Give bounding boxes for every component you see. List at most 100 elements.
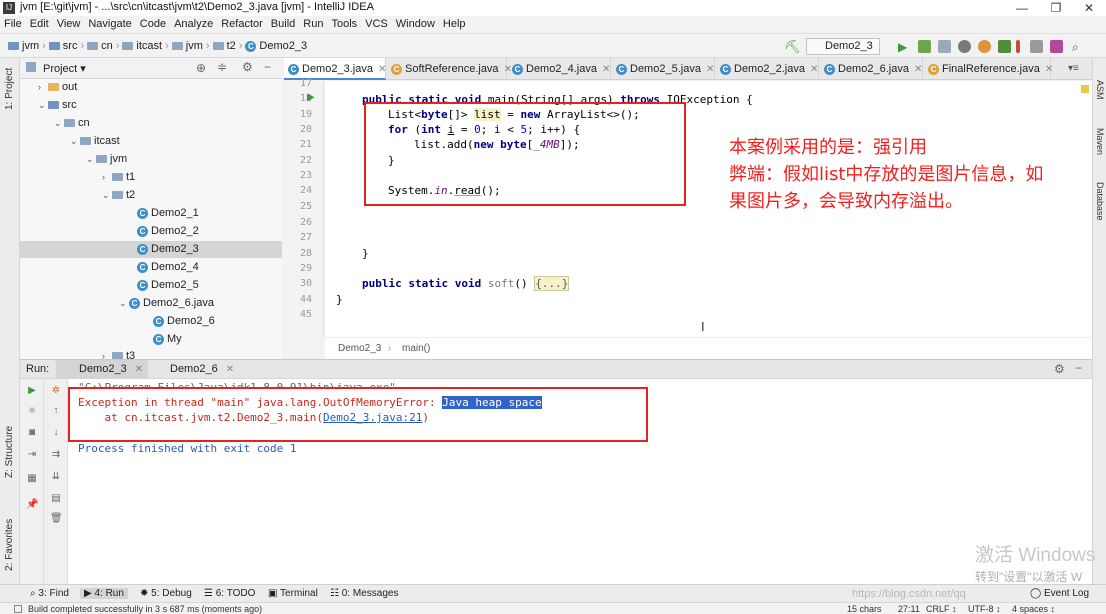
menu-file[interactable]: File	[0, 16, 26, 33]
tree-item-demo2-4[interactable]: C Demo2_4	[20, 259, 282, 276]
tree-item-demo2-5[interactable]: C Demo2_5	[20, 277, 282, 294]
todo-tool-button[interactable]: ☰ 6: TODO	[204, 588, 255, 599]
find-tool-button[interactable]: ⌕ 3: Find	[30, 588, 69, 599]
tree-item-demo2-6-java[interactable]: ⌄ C Demo2_6.java	[20, 295, 282, 312]
menu-code[interactable]: Code	[136, 16, 170, 33]
menu-help[interactable]: Help	[439, 16, 470, 33]
tree-item-jvm[interactable]: ⌄ jvm	[20, 151, 282, 168]
menu-analyze[interactable]: Analyze	[170, 16, 217, 33]
menu-build[interactable]: Build	[267, 16, 299, 33]
sdk-icon[interactable]	[998, 40, 1011, 53]
tab-demo2-6[interactable]: C Demo2_6.java ✕	[820, 58, 923, 80]
favorites-tool-tab[interactable]: 2: Favorites	[4, 519, 15, 571]
structure-tool-tab[interactable]: Z: Structure	[4, 426, 15, 478]
tree-item-demo2-2[interactable]: C Demo2_2	[20, 223, 282, 240]
project-tool-tab[interactable]: 1: Project	[4, 68, 15, 110]
minimize-button[interactable]: —	[1005, 0, 1039, 16]
editor-breadcrumb-method[interactable]: main()	[402, 343, 430, 354]
terminal-tool-button[interactable]: ▣ Terminal	[268, 588, 318, 599]
breadcrumb-demo2-3[interactable]: Demo2_3	[259, 40, 307, 52]
menu-tools[interactable]: Tools	[327, 16, 361, 33]
dump-threads-icon[interactable]: ◙	[26, 427, 38, 439]
project-structure-icon[interactable]	[1030, 40, 1043, 53]
status-line-separator[interactable]: CRLF ↕	[926, 604, 957, 614]
menu-edit[interactable]: Edit	[26, 16, 53, 33]
breadcrumb-jvm-pkg[interactable]: jvm	[186, 40, 203, 52]
pin-icon[interactable]: 📌	[26, 499, 38, 511]
tab-demo2-4[interactable]: C Demo2_4.java ✕	[508, 58, 611, 80]
inspection-status-icon[interactable]	[1081, 85, 1089, 93]
debug-tool-button[interactable]: ✹ 5: Debug	[140, 588, 192, 599]
tree-item-t2[interactable]: ⌄ t2	[20, 187, 282, 204]
stop-icon[interactable]: ■	[26, 405, 38, 417]
build-hammer-icon[interactable]: ⛏	[784, 39, 801, 55]
run-tab-demo2-3[interactable]: Demo2_3 ✕	[56, 360, 148, 379]
menu-refactor[interactable]: Refactor	[217, 16, 267, 33]
hide-panel-icon[interactable]: −	[1075, 361, 1082, 375]
menu-navigate[interactable]: Navigate	[84, 16, 135, 33]
breadcrumb-cn[interactable]: cn	[101, 40, 113, 52]
run-icon[interactable]: ▶	[898, 40, 911, 54]
run-tool-button[interactable]: ▶ 4: Run	[80, 588, 128, 599]
tree-item-cn[interactable]: ⌄ cn	[20, 115, 282, 132]
status-encoding[interactable]: UTF-8 ↕	[968, 604, 1001, 614]
tree-item-src[interactable]: ⌄ src	[20, 97, 282, 114]
gear-icon[interactable]: ⚙	[242, 60, 253, 74]
tree-item-demo2-1[interactable]: C Demo2_1	[20, 205, 282, 222]
plugin-icon[interactable]	[1050, 40, 1063, 53]
run-gutter-icon[interactable]: ▶	[307, 92, 315, 103]
run-tab-demo2-6[interactable]: Demo2_6 ✕	[150, 360, 242, 379]
rerun-icon[interactable]: ▶	[26, 385, 38, 397]
menu-window[interactable]: Window	[392, 16, 439, 33]
run-config-select[interactable]: Demo2_3 ▾	[806, 38, 880, 67]
tab-softreference[interactable]: C SoftReference.java ✕	[387, 58, 512, 80]
menu-run[interactable]: Run	[299, 16, 327, 33]
breadcrumb-t2[interactable]: t2	[227, 40, 236, 52]
maximize-button[interactable]: ❐	[1039, 0, 1073, 16]
coverage-icon[interactable]	[938, 40, 951, 53]
profile-icon[interactable]	[958, 40, 971, 53]
breadcrumb-itcast[interactable]: itcast	[136, 40, 162, 52]
hide-panel-icon[interactable]: −	[264, 60, 271, 74]
stop-icon[interactable]	[1016, 40, 1020, 53]
messages-tool-button[interactable]: ☷ 0: Messages	[330, 588, 398, 599]
gear-icon[interactable]: ⚙	[1054, 362, 1065, 376]
trash-icon[interactable]: 🗑	[50, 513, 63, 525]
menu-vcs[interactable]: VCS	[361, 16, 392, 33]
breadcrumb-src[interactable]: src	[63, 40, 78, 52]
status-indent[interactable]: 4 spaces ↕	[1012, 604, 1055, 614]
editor-breadcrumb-class[interactable]: Demo2_3	[338, 343, 381, 354]
database-tool-tab[interactable]: Database	[1095, 182, 1105, 221]
tree-item-out[interactable]: › out	[20, 79, 282, 96]
print-icon[interactable]: ▤	[50, 493, 62, 505]
breadcrumb-jvm[interactable]: jvm	[22, 40, 39, 52]
tree-item-demo2-6[interactable]: C Demo2_6	[20, 313, 282, 330]
tree-item-t3[interactable]: › t3	[20, 348, 282, 359]
search-everywhere-icon[interactable]: ⌕	[1072, 40, 1085, 54]
tree-item-itcast[interactable]: ⌄ itcast	[20, 133, 282, 150]
down-arrow-icon[interactable]: ↓	[50, 427, 62, 439]
menu-view[interactable]: View	[53, 16, 85, 33]
locate-icon[interactable]: ⊕	[196, 61, 206, 75]
exit-icon[interactable]: ⇥	[26, 449, 38, 461]
collapse-all-icon[interactable]: ≑	[217, 60, 227, 74]
asm-tool-tab[interactable]: ASM	[1095, 80, 1105, 100]
project-view-select[interactable]: Project ▾	[43, 62, 86, 75]
tree-item-t1[interactable]: › t1	[20, 169, 282, 186]
debug-icon[interactable]	[918, 40, 931, 53]
tab-demo2-2[interactable]: C Demo2_2.java ✕	[716, 58, 819, 80]
tabs-overflow-icon[interactable]: ▾≡	[1068, 63, 1079, 74]
status-caret-position[interactable]: 27:11	[898, 604, 920, 614]
tree-item-my[interactable]: C My	[20, 331, 282, 348]
event-log-button[interactable]: ◯ Event Log	[1030, 588, 1089, 599]
tree-item-demo2-3[interactable]: C Demo2_3	[20, 241, 282, 258]
soft-wrap-icon[interactable]: ⇉	[50, 449, 62, 461]
scroll-to-end-icon[interactable]: ⇊	[50, 471, 62, 483]
tab-finalreference[interactable]: C FinalReference.java ✕	[924, 58, 1053, 80]
layout-icon[interactable]: ▦	[26, 473, 38, 485]
maven-tool-tab[interactable]: Maven	[1095, 128, 1105, 155]
close-button[interactable]: ✕	[1072, 0, 1106, 16]
tab-demo2-3[interactable]: C Demo2_3.java ✕	[284, 58, 386, 80]
tab-demo2-5[interactable]: C Demo2_5.java ✕	[612, 58, 715, 80]
up-arrow-icon[interactable]: ↑	[50, 405, 62, 417]
